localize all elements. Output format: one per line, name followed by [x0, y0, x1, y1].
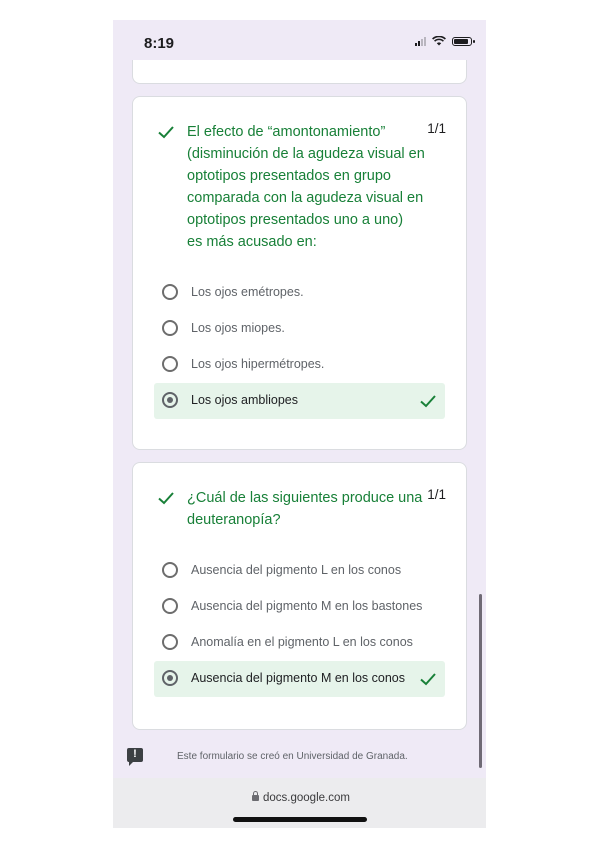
answer-option[interactable]: Los ojos miopes.: [154, 311, 445, 347]
url-text[interactable]: docs.google.com: [263, 792, 350, 804]
option-label: Ausencia del pigmento M en los conos: [191, 671, 406, 685]
previous-question-card: [132, 60, 467, 84]
radio-button[interactable]: [162, 562, 178, 578]
report-abuse-icon[interactable]: !: [127, 748, 143, 766]
lock-icon: [252, 791, 259, 801]
browser-address-bar[interactable]: docs.google.com: [113, 778, 486, 828]
radio-button[interactable]: [162, 284, 178, 300]
radio-button[interactable]: [162, 320, 178, 336]
answer-option-correct[interactable]: Ausencia del pigmento M en los conos: [154, 661, 445, 697]
option-label: Los ojos miopes.: [191, 321, 285, 335]
home-indicator[interactable]: [233, 817, 367, 822]
footer-text: Este formulario se creó en Universidad d…: [177, 751, 408, 762]
option-label: Ausencia del pigmento M en los bastones: [191, 599, 423, 613]
option-label: Los ojos ambliopes: [191, 393, 299, 407]
question-card-1: El efecto de “amontonamiento” (disminuci…: [132, 96, 467, 450]
question-text: ¿Cuál de las siguientes produce una deut…: [187, 490, 423, 528]
battery-icon: [452, 36, 475, 46]
radio-button[interactable]: [162, 598, 178, 614]
scrollbar[interactable]: [479, 594, 482, 768]
correct-check-icon: [420, 395, 436, 408]
correct-check-icon: [158, 492, 174, 505]
correct-check-icon: [420, 673, 436, 686]
option-label: Ausencia del pigmento L en los conos: [191, 563, 402, 577]
radio-button-selected[interactable]: [162, 670, 178, 686]
radio-button[interactable]: [162, 356, 178, 372]
cellular-signal-icon: [415, 36, 426, 46]
answer-option[interactable]: Ausencia del pigmento M en los bastones: [154, 589, 445, 625]
status-time: 8:19: [144, 35, 175, 52]
correct-check-icon: [158, 126, 174, 139]
answer-option[interactable]: Los ojos hipermétropes.: [154, 347, 445, 383]
option-label: Los ojos hipermétropes.: [191, 357, 325, 371]
wifi-icon: [432, 36, 446, 46]
option-label: Anomalía en el pigmento L en los conos: [191, 635, 413, 649]
answer-option[interactable]: Anomalía en el pigmento L en los conos: [154, 625, 445, 661]
option-label: Los ojos emétropes.: [191, 285, 304, 299]
question-card-2: ¿Cuál de las siguientes produce una deut…: [132, 462, 467, 730]
question-text: El efecto de “amontonamiento” (disminuci…: [187, 124, 425, 250]
status-bar: 8:19: [113, 20, 486, 64]
radio-button[interactable]: [162, 634, 178, 650]
question-score: 1/1: [427, 121, 446, 136]
status-icons: [415, 36, 475, 46]
form-footer: ! Este formulario se creó en Universidad…: [113, 738, 486, 768]
answer-option[interactable]: Los ojos emétropes.: [154, 275, 445, 311]
question-score: 1/1: [427, 487, 446, 502]
answer-option[interactable]: Ausencia del pigmento L en los conos: [154, 553, 445, 589]
radio-button-selected[interactable]: [162, 392, 178, 408]
phone-screen: 8:19 El efecto de “amontonamiento” (dism…: [113, 20, 486, 828]
answer-option-correct[interactable]: Los ojos ambliopes: [154, 383, 445, 419]
